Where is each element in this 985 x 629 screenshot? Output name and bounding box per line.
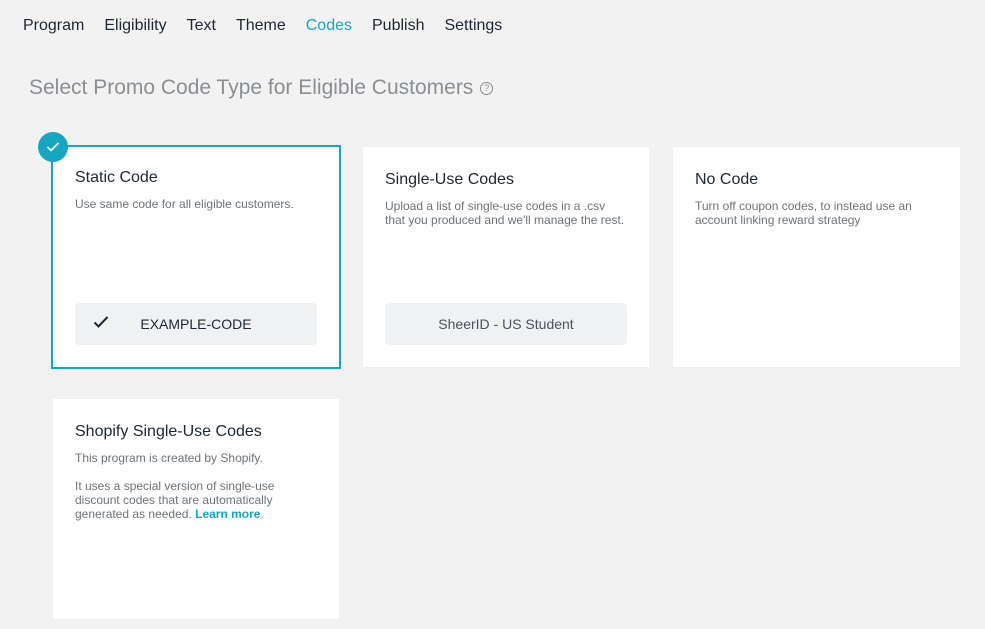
- card-title: Shopify Single-Use Codes: [75, 423, 262, 440]
- question-circle-icon[interactable]: ?: [480, 81, 494, 95]
- no-code-card[interactable]: No Code Turn off coupon codes, to instea…: [673, 147, 960, 367]
- single-use-code-value: SheerID - US Student: [385, 303, 627, 345]
- single-use-codes-card[interactable]: Single-Use Codes Upload a list of single…: [363, 147, 649, 367]
- card-title: Static Code: [75, 169, 158, 186]
- card-description: Use same code for all eligible customers…: [75, 197, 294, 211]
- tab-program[interactable]: Program: [23, 16, 84, 36]
- selected-badge: [38, 132, 68, 162]
- top-nav: Program Eligibility Text Theme Codes Pub…: [23, 16, 522, 36]
- card-description: Upload a list of single-use codes in a .…: [385, 199, 625, 227]
- tab-publish[interactable]: Publish: [372, 16, 424, 36]
- card-description: Turn off coupon codes, to instead use an…: [695, 199, 912, 227]
- shopify-description: It uses a special version of single-use …: [75, 479, 317, 521]
- page-title: Select Promo Code Type for Eligible Cust…: [29, 76, 494, 100]
- shopify-created-note: This program is created by Shopify.: [75, 451, 263, 465]
- learn-more-link[interactable]: Learn more: [195, 507, 260, 521]
- check-icon: [46, 142, 60, 152]
- tab-settings[interactable]: Settings: [444, 16, 502, 36]
- tab-codes[interactable]: Codes: [306, 16, 352, 36]
- static-code-card[interactable]: Static Code Use same code for all eligib…: [51, 145, 341, 369]
- link-suffix: .: [260, 507, 264, 521]
- tab-theme[interactable]: Theme: [236, 16, 286, 36]
- shopify-single-use-codes-card[interactable]: Shopify Single-Use Codes This program is…: [53, 399, 339, 619]
- card-title: No Code: [695, 171, 759, 188]
- card-description: This program is created by Shopify. It u…: [75, 451, 317, 521]
- tab-eligibility[interactable]: Eligibility: [104, 16, 166, 36]
- card-title: Single-Use Codes: [385, 171, 514, 188]
- check-icon: [93, 316, 109, 328]
- page-title-text: Select Promo Code Type for Eligible Cust…: [29, 76, 474, 99]
- tab-text[interactable]: Text: [187, 16, 216, 36]
- static-code-value: EXAMPLE-CODE: [75, 303, 317, 345]
- single-use-code-text: SheerID - US Student: [438, 316, 574, 332]
- static-code-text: EXAMPLE-CODE: [140, 316, 252, 332]
